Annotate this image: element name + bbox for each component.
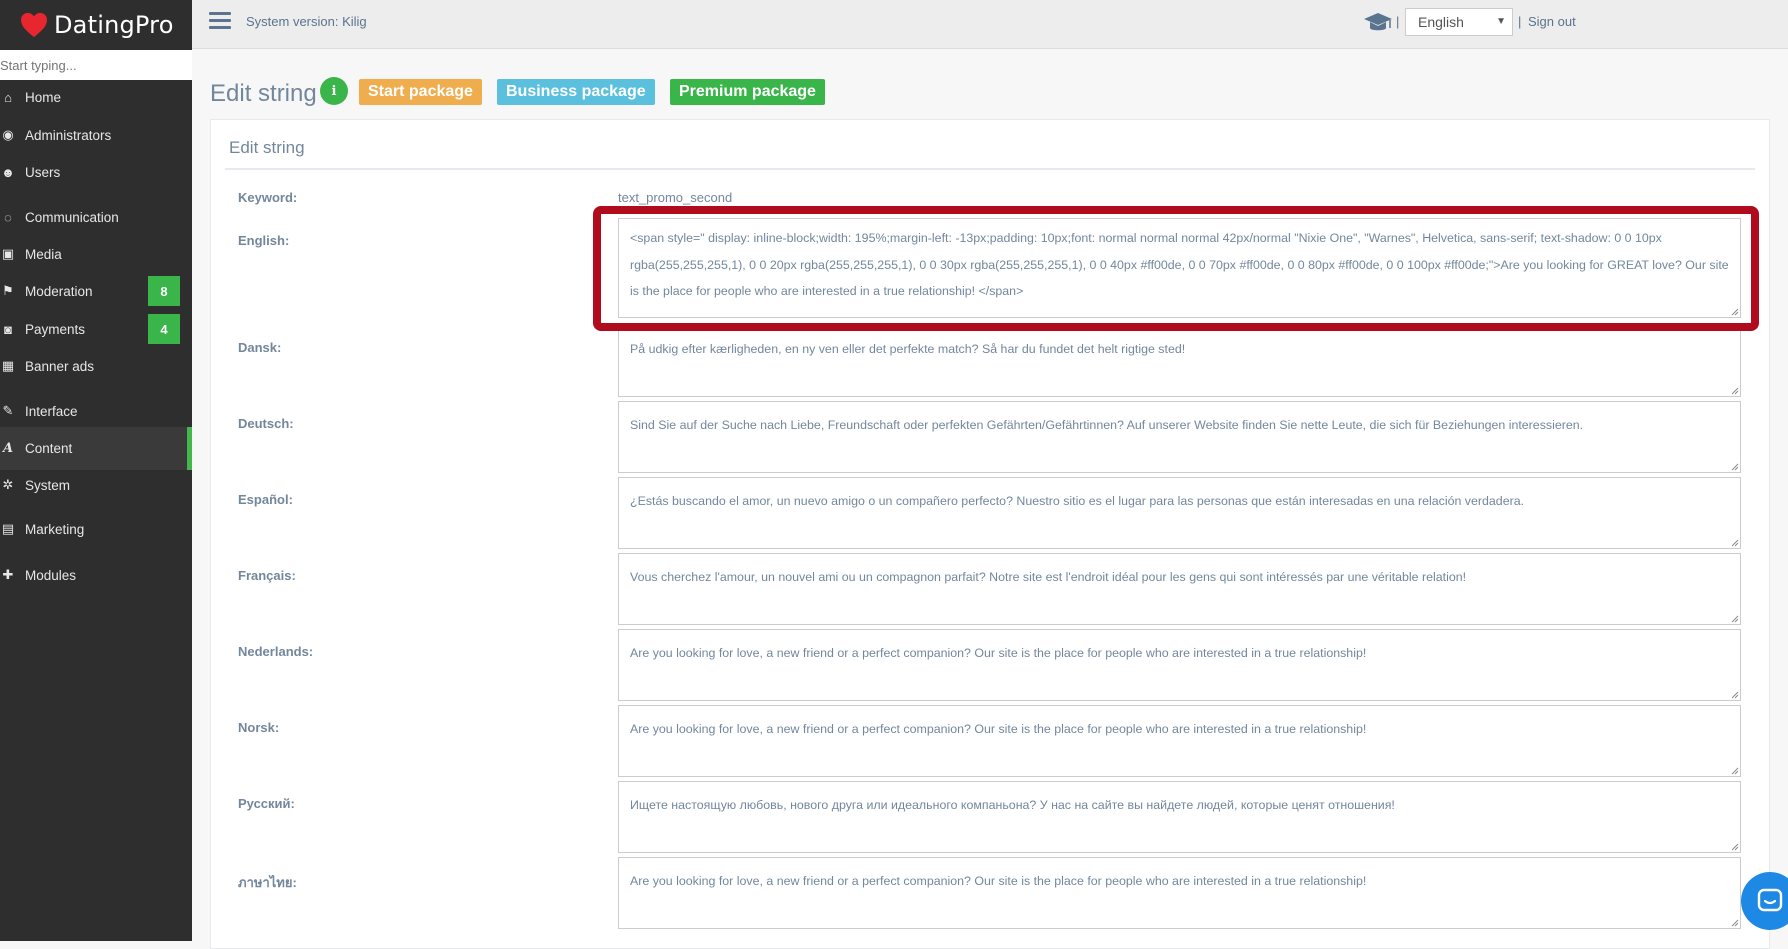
sign-out-link[interactable]: Sign out: [1528, 14, 1576, 29]
comments-icon: ◌: [4, 209, 12, 225]
panel-divider: [225, 168, 1755, 170]
heart-icon: [21, 12, 47, 38]
sidebar-item-moderation[interactable]: ⚑ Moderation 8: [0, 270, 192, 313]
brush-icon: ✎: [2, 403, 14, 419]
translation-text: Are you looking for love, a new friend o…: [630, 646, 1367, 660]
keyword-label: Keyword:: [238, 190, 298, 205]
translation-text: ¿Estás buscando el amor, un nuevo amigo …: [630, 494, 1525, 508]
sidebar-item-label: Users: [25, 164, 61, 180]
money-icon: ◙: [4, 321, 12, 337]
panel-title: Edit string: [229, 138, 305, 157]
resize-handle-icon[interactable]: [1731, 767, 1739, 775]
sidebar-item-banner-ads[interactable]: ▦ Banner ads: [0, 345, 192, 388]
sidebar-item-label: Moderation: [25, 283, 93, 299]
translation-text: Sind Sie auf der Suche nach Liebe, Freun…: [630, 418, 1584, 432]
users-icon: ☻: [1, 164, 15, 180]
resize-handle-icon[interactable]: [1731, 919, 1739, 927]
sidebar-item-users[interactable]: ☻ Users: [0, 151, 192, 194]
sidebar-item-label: Payments: [25, 321, 86, 337]
system-version: System version: Kilig: [246, 14, 367, 29]
grid-icon: ▦: [1, 358, 15, 374]
translation-textarea[interactable]: Vous cherchez l'amour, un nouvel ami ou …: [618, 553, 1741, 625]
sidebar-item-system[interactable]: ✲ System: [0, 464, 192, 507]
brand-name: DatingPro: [54, 11, 174, 39]
sidebar-item-label: Modules: [25, 567, 77, 583]
graduation-cap-icon[interactable]: [1363, 12, 1393, 34]
sidebar: DatingPro ⌂ Home ◉ Administrators ☻ Users ◌ Com…: [0, 0, 192, 941]
sidebar-item-label: Media: [25, 246, 62, 262]
sidebar-item-modules[interactable]: ✚ Modules: [0, 554, 192, 597]
sidebar-item-label: Content: [25, 440, 73, 456]
puzzle-icon: ✚: [2, 567, 14, 583]
eye-icon: ◉: [2, 127, 14, 143]
language-select-value: English: [1418, 14, 1464, 30]
home-icon: ⌂: [4, 89, 12, 105]
menu-toggle-icon[interactable]: [209, 12, 231, 32]
sidebar-item-label: Marketing: [25, 521, 85, 537]
business-package-button[interactable]: Business package: [497, 79, 655, 105]
separator: |: [1518, 14, 1522, 29]
field-label: Français:: [238, 568, 296, 583]
sidebar-item-label: Home: [25, 89, 62, 105]
flag-icon: ⚑: [2, 283, 14, 299]
language-select[interactable]: English ▼: [1405, 8, 1513, 36]
translation-textarea[interactable]: Are you looking for love, a new friend o…: [618, 705, 1741, 777]
translation-text: På udkig efter kærligheden, en ny ven el…: [630, 342, 1186, 356]
start-package-button[interactable]: Start package: [359, 79, 482, 105]
resize-handle-icon[interactable]: [1731, 691, 1739, 699]
premium-package-button[interactable]: Premium package: [670, 79, 825, 105]
translation-text: Vous cherchez l'amour, un nouvel ami ou …: [630, 570, 1467, 584]
resize-handle-icon[interactable]: [1731, 843, 1739, 851]
info-icon[interactable]: i: [320, 77, 348, 105]
sidebar-item-home[interactable]: ⌂ Home: [0, 76, 192, 119]
field-label: Dansk:: [238, 340, 282, 355]
translation-text: Are you looking for love, a new friend o…: [630, 722, 1367, 736]
field-label: Nederlands:: [238, 644, 314, 659]
count-badge: 8: [148, 276, 180, 306]
keyword-value: text_promo_second: [618, 190, 733, 205]
caret-down-icon: ▼: [1496, 16, 1506, 27]
field-label: Deutsch:: [238, 416, 294, 431]
translation-textarea[interactable]: På udkig efter kærligheden, en ny ven el…: [618, 325, 1741, 397]
translation-textarea[interactable]: Ищете настоящую любовь, нового друга или…: [618, 781, 1741, 853]
translation-text: <span style=" display: inline-block;widt…: [630, 231, 1729, 298]
field-label: Español:: [238, 492, 293, 507]
resize-handle-icon[interactable]: [1731, 387, 1739, 395]
resize-handle-icon[interactable]: [1731, 308, 1739, 316]
field-label: Norsk:: [238, 720, 280, 735]
translation-textarea[interactable]: Sind Sie auf der Suche nach Liebe, Freun…: [618, 401, 1741, 473]
field-label: Русский:: [238, 796, 295, 811]
image-icon: ▣: [1, 246, 15, 262]
resize-handle-icon[interactable]: [1731, 615, 1739, 623]
translation-textarea[interactable]: Are you looking for love, a new friend o…: [618, 857, 1741, 929]
logo[interactable]: DatingPro: [0, 0, 192, 50]
sidebar-item-label: Communication: [25, 209, 119, 225]
field-label: English:: [238, 233, 290, 248]
sidebar-item-label: Administrators: [25, 127, 112, 143]
translation-text: Are you looking for love, a new friend o…: [630, 874, 1367, 888]
sidebar-item-label: Banner ads: [25, 358, 95, 374]
translation-textarea[interactable]: <span style=" display: inline-block;widt…: [618, 218, 1741, 318]
separator: |: [1396, 14, 1400, 29]
font-icon: A: [2, 440, 14, 456]
resize-handle-icon[interactable]: [1731, 463, 1739, 471]
count-badge: 4: [148, 314, 180, 344]
chat-icon: [1757, 888, 1783, 912]
page-title: Edit string: [210, 80, 317, 107]
gear-icon: ✲: [2, 477, 14, 493]
translation-textarea[interactable]: ¿Estás buscando el amor, un nuevo amigo …: [618, 477, 1741, 549]
resize-handle-icon[interactable]: [1731, 539, 1739, 547]
field-label: ภาษาไทย:: [238, 875, 297, 890]
keyboard-icon: ▤: [1, 521, 15, 537]
sidebar-item-marketing[interactable]: ▤ Marketing: [0, 508, 192, 551]
sidebar-item-label: System: [25, 477, 71, 493]
sidebar-item-label: Interface: [25, 403, 78, 419]
translation-textarea[interactable]: Are you looking for love, a new friend o…: [618, 629, 1741, 701]
translation-text: Ищете настоящую любовь, нового друга или…: [630, 798, 1395, 812]
